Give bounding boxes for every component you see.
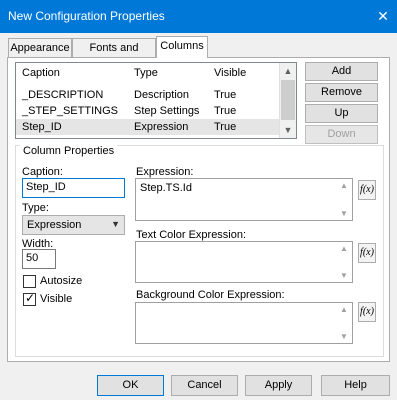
bg-color-scrollbar[interactable]: ▲ ▼ (336, 303, 352, 343)
text-color-field[interactable]: ▲ ▼ (135, 241, 353, 283)
cell-type: Step Settings (134, 105, 200, 117)
help-button[interactable]: Help (321, 375, 390, 396)
header-visible[interactable]: Visible (214, 67, 246, 79)
type-label: Type: (22, 202, 49, 214)
autosize-checkbox[interactable] (23, 275, 36, 288)
scroll-down-icon[interactable]: ▼ (340, 332, 348, 341)
scroll-down-icon[interactable]: ▼ (340, 209, 348, 218)
remove-button[interactable]: Remove (305, 83, 378, 102)
bg-color-label: Background Color Expression: (136, 289, 285, 301)
tab-fonts-and-colors[interactable]: Fonts and Colors (72, 38, 156, 72)
list-scrollbar[interactable]: ▲ ▼ (279, 63, 296, 138)
title-bar: New Configuration Properties ✕ (0, 0, 397, 33)
cell-caption: _DESCRIPTION (22, 89, 104, 101)
add-button[interactable]: Add (305, 62, 378, 81)
tab-label: Columns (160, 40, 204, 52)
bg-color-field[interactable]: ▲ ▼ (135, 302, 353, 344)
apply-button[interactable]: Apply (245, 375, 312, 396)
scroll-up-icon[interactable]: ▲ (340, 181, 348, 190)
chevron-down-icon: ▼ (111, 219, 120, 229)
width-input[interactable]: 50 (22, 249, 56, 269)
type-select-value: Expression (27, 219, 82, 231)
tab-columns[interactable]: Columns (156, 36, 208, 58)
cell-visible: True (214, 89, 237, 101)
bg-color-fx-button[interactable]: f(x) (358, 302, 376, 322)
list-item[interactable]: _DESCRIPTION Description True (16, 87, 280, 103)
up-button[interactable]: Up (305, 104, 378, 123)
cell-caption: _STEP_SETTINGS (22, 105, 118, 117)
visible-label: Visible (40, 293, 73, 305)
scroll-up-icon[interactable]: ▲ (340, 244, 348, 253)
expression-field[interactable]: Step.TS.Id ▲ ▼ (135, 178, 353, 221)
cancel-button[interactable]: Cancel (171, 375, 238, 396)
ok-button[interactable]: OK (97, 375, 164, 396)
list-item-selected[interactable]: Step_ID Expression True (16, 119, 280, 135)
visible-checkbox[interactable] (23, 292, 36, 306)
expression-text: Step.TS.Id (140, 182, 192, 194)
expression-label: Expression: (136, 166, 194, 178)
autosize-label: Autosize (40, 275, 83, 287)
down-button[interactable]: Down (305, 125, 378, 144)
text-color-label: Text Color Expression: (136, 229, 247, 241)
cell-type: Expression (134, 121, 189, 133)
scroll-down-icon[interactable]: ▼ (280, 122, 296, 138)
scroll-up-icon[interactable]: ▲ (280, 63, 296, 79)
scroll-up-icon[interactable]: ▲ (340, 305, 348, 314)
header-caption[interactable]: Caption (22, 67, 60, 79)
window-title: New Configuration Properties (8, 9, 165, 23)
expression-fx-button[interactable]: f(x) (358, 180, 376, 200)
column-properties-label: Column Properties (20, 145, 118, 157)
cell-type: Description (134, 89, 190, 101)
columns-list[interactable]: Caption Type Visible _DESCRIPTION Descri… (15, 62, 297, 139)
text-color-scrollbar[interactable]: ▲ ▼ (336, 242, 352, 282)
close-icon[interactable]: ✕ (369, 0, 397, 33)
text-color-fx-button[interactable]: f(x) (358, 243, 376, 263)
expression-scrollbar[interactable]: ▲ ▼ (336, 179, 352, 220)
scroll-down-icon[interactable]: ▼ (340, 271, 348, 280)
caption-input[interactable]: Step_ID (22, 178, 125, 198)
cell-caption: Step_ID (22, 121, 62, 133)
tab-appearance[interactable]: Appearance (8, 38, 72, 58)
scrollbar-thumb[interactable] (281, 80, 295, 120)
cell-visible: True (214, 121, 237, 133)
header-type[interactable]: Type (134, 67, 158, 79)
cell-visible: True (214, 105, 237, 117)
list-header: Caption Type Visible (16, 63, 280, 81)
tab-label: Appearance (10, 42, 70, 54)
list-item[interactable]: _STEP_SETTINGS Step Settings True (16, 103, 280, 119)
type-select[interactable]: Expression ▼ (22, 215, 125, 235)
caption-label: Caption: (22, 166, 63, 178)
